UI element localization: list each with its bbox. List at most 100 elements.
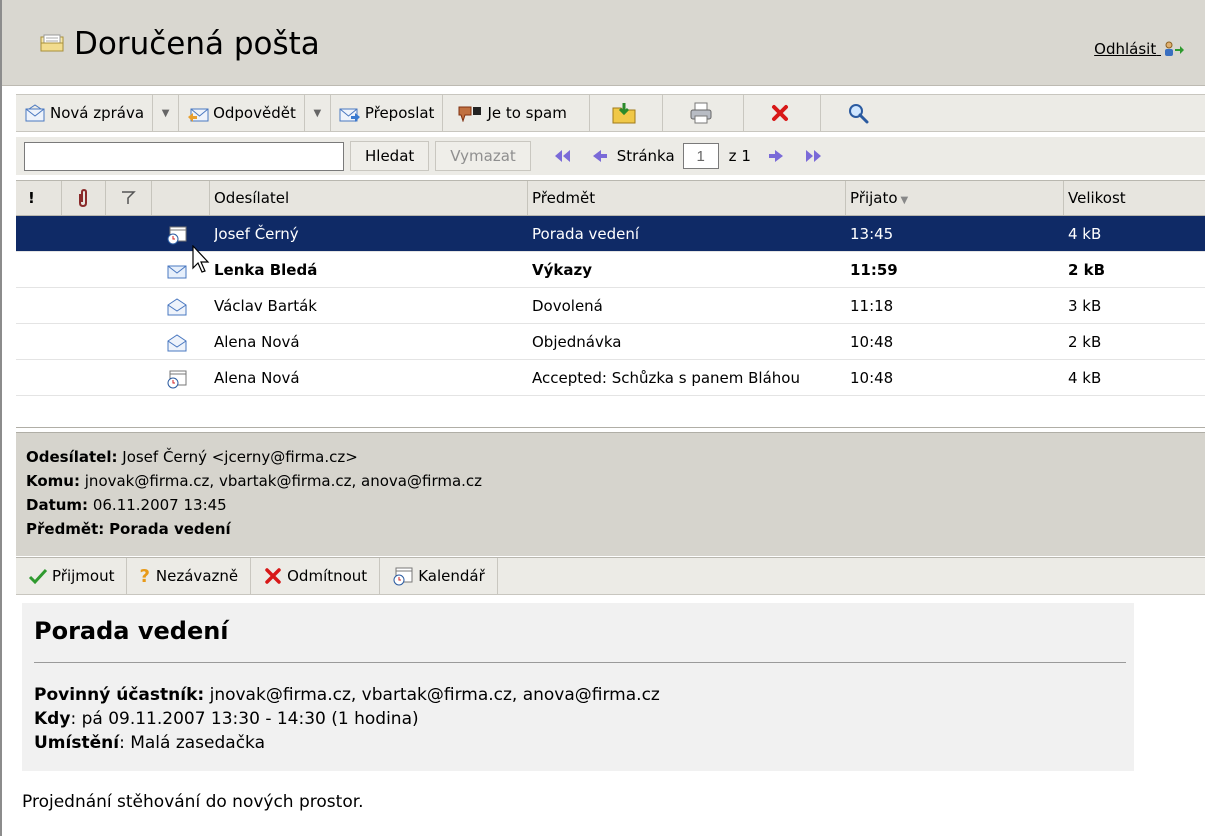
reply-icon	[188, 108, 209, 122]
new-message-label: Nová zpráva	[50, 104, 145, 122]
search-submit-button[interactable]: Hledat	[350, 141, 430, 171]
message-size: 2 kB	[1068, 333, 1102, 351]
first-page-icon[interactable]	[551, 147, 575, 165]
page-total: z 1	[728, 147, 751, 165]
search-input[interactable]	[24, 141, 344, 171]
message-subject: Dovolená	[532, 297, 603, 315]
message-list: ! Odesílatel Předmět Přijato ▼ Velikost J…	[16, 180, 1205, 428]
delete-button[interactable]	[744, 95, 821, 131]
message-row[interactable]: Alena Nová Accepted: Schůzka s panem Bláh…	[16, 360, 1205, 396]
preview-date-label: Datum:	[26, 496, 89, 514]
checkmark-icon	[28, 568, 48, 585]
message-received-time: 10:48	[850, 369, 894, 387]
page-title: Doručená pošta	[74, 26, 320, 62]
when-line: Kdy: pá 09.11.2007 13:30 - 14:30 (1 hodi…	[34, 709, 419, 729]
logout-icon	[1165, 41, 1184, 56]
decline-button[interactable]: Odmítnout	[251, 558, 381, 594]
accept-label: Přijmout	[52, 567, 115, 585]
unread-envelope-icon	[167, 265, 187, 279]
message-size: 4 kB	[1068, 369, 1102, 387]
message-sender: Václav Barták	[214, 297, 317, 315]
preview-sender-value: Josef Černý <jcerny@firma.cz>	[122, 448, 358, 466]
preview-sender-line: Odesílatel: Josef Černý <jcerny@firma.cz…	[26, 445, 1205, 469]
reply-label: Odpovědět	[213, 104, 296, 122]
list-header: ! Odesílatel Předmět Přijato ▼ Velikost	[16, 180, 1205, 216]
message-subject: Accepted: Schůzka s panem Bláhou	[532, 369, 800, 387]
move-folder-icon	[612, 103, 636, 124]
invitation-details: Povinný účastník: jnovak@firma.cz, vbart…	[34, 683, 660, 755]
logout-label: Odhlásit	[1094, 40, 1157, 58]
message-subject: Výkazy	[532, 261, 592, 279]
column-importance[interactable]: !	[16, 181, 62, 215]
message-received-time: 13:45	[850, 225, 894, 243]
required-attendee-line: Povinný účastník: jnovak@firma.cz, vbart…	[34, 683, 660, 707]
divider	[34, 662, 1126, 663]
invitation-card: Porada vedení Povinný účastník: jnovak@f…	[22, 603, 1134, 771]
required-value: jnovak@firma.cz, vbartak@firma.cz, anova…	[209, 685, 660, 705]
read-envelope-icon	[167, 334, 187, 352]
move-to-folder-button[interactable]	[590, 95, 663, 131]
meeting-response-icon	[167, 370, 187, 389]
column-received[interactable]: Přijato ▼	[846, 181, 1064, 215]
title-bar: Doručená pošta Odhlásit	[2, 0, 1205, 86]
message-received-time: 11:59	[850, 261, 898, 279]
spam-icon	[458, 106, 482, 122]
main-toolbar: Nová zpráva ▼ Odpovědět ▼ Přeposlat Je t…	[16, 94, 1205, 132]
reply-dropdown[interactable]: ▼	[305, 95, 331, 131]
message-size: 2 kB	[1068, 261, 1106, 279]
message-sender: Alena Nová	[214, 369, 300, 387]
clear-search-button[interactable]: Vymazat	[435, 141, 531, 171]
column-flag[interactable]	[106, 181, 152, 215]
preview-to-label: Komu:	[26, 472, 80, 490]
decline-label: Odmítnout	[287, 567, 368, 585]
preview-sender-label: Odesílatel:	[26, 448, 118, 466]
message-row[interactable]: Josef Černý Porada vedení 13:45 4 kB	[16, 216, 1205, 252]
column-attachment[interactable]	[62, 181, 106, 215]
reply-button[interactable]: Odpovědět	[179, 95, 305, 131]
message-subject: Objednávka	[532, 333, 622, 351]
next-page-icon[interactable]	[765, 147, 789, 165]
message-sender: Alena Nová	[214, 333, 300, 351]
search-button[interactable]	[821, 95, 899, 131]
preview-to-line: Komu: jnovak@firma.cz, vbartak@firma.cz,…	[26, 469, 1205, 493]
column-size[interactable]: Velikost	[1064, 181, 1205, 215]
preview-header: Odesílatel: Josef Černý <jcerny@firma.cz…	[16, 432, 1205, 556]
last-page-icon[interactable]	[801, 147, 825, 165]
column-subject[interactable]: Předmět	[528, 181, 846, 215]
calendar-label: Kalendář	[418, 567, 485, 585]
column-type[interactable]	[152, 181, 210, 215]
message-sender: Josef Černý	[214, 225, 299, 243]
question-icon: ?	[139, 565, 150, 587]
column-sender[interactable]: Odesílatel	[210, 181, 528, 215]
new-message-button[interactable]: Nová zpráva	[16, 95, 154, 131]
page-label: Stránka	[616, 147, 675, 165]
preview-to-value: jnovak@firma.cz, vbartak@firma.cz, anova…	[84, 472, 483, 490]
message-row[interactable]: Lenka Bledá Výkazy 11:59 2 kB	[16, 252, 1205, 288]
message-row[interactable]: Václav Barták Dovolená 11:18 3 kB	[16, 288, 1205, 324]
message-received-time: 10:48	[850, 333, 894, 351]
message-sender: Lenka Bledá	[214, 261, 318, 279]
location-value: Malá zasedačka	[130, 733, 266, 753]
message-size: 3 kB	[1068, 297, 1102, 315]
decline-icon	[265, 568, 281, 584]
print-button[interactable]	[663, 95, 744, 131]
message-body: Projednání stěhování do nových prostor.	[22, 792, 364, 812]
forward-button[interactable]: Přeposlat	[331, 95, 444, 131]
forward-label: Přeposlat	[364, 104, 435, 122]
new-message-dropdown[interactable]: ▼	[153, 95, 180, 131]
sort-desc-icon: ▼	[900, 195, 909, 206]
page-number-input[interactable]	[682, 143, 719, 169]
calendar-button[interactable]: Kalendář	[380, 558, 498, 594]
accept-button[interactable]: Přijmout	[16, 558, 128, 594]
column-received-label: Přijato	[850, 189, 898, 207]
tentative-button[interactable]: ? Nezávazně	[127, 558, 252, 594]
read-envelope-icon	[167, 298, 187, 316]
spam-button[interactable]: Je to spam	[443, 95, 590, 131]
tentative-label: Nezávazně	[155, 567, 239, 585]
logout-link[interactable]: Odhlásit	[1094, 40, 1185, 58]
previous-page-icon[interactable]	[587, 147, 611, 165]
when-label: Kdy	[34, 709, 71, 729]
chevron-down-icon: ▼	[161, 107, 170, 119]
message-received-time: 11:18	[850, 297, 894, 315]
message-row[interactable]: Alena Nová Objednávka 10:48 2 kB	[16, 324, 1205, 360]
